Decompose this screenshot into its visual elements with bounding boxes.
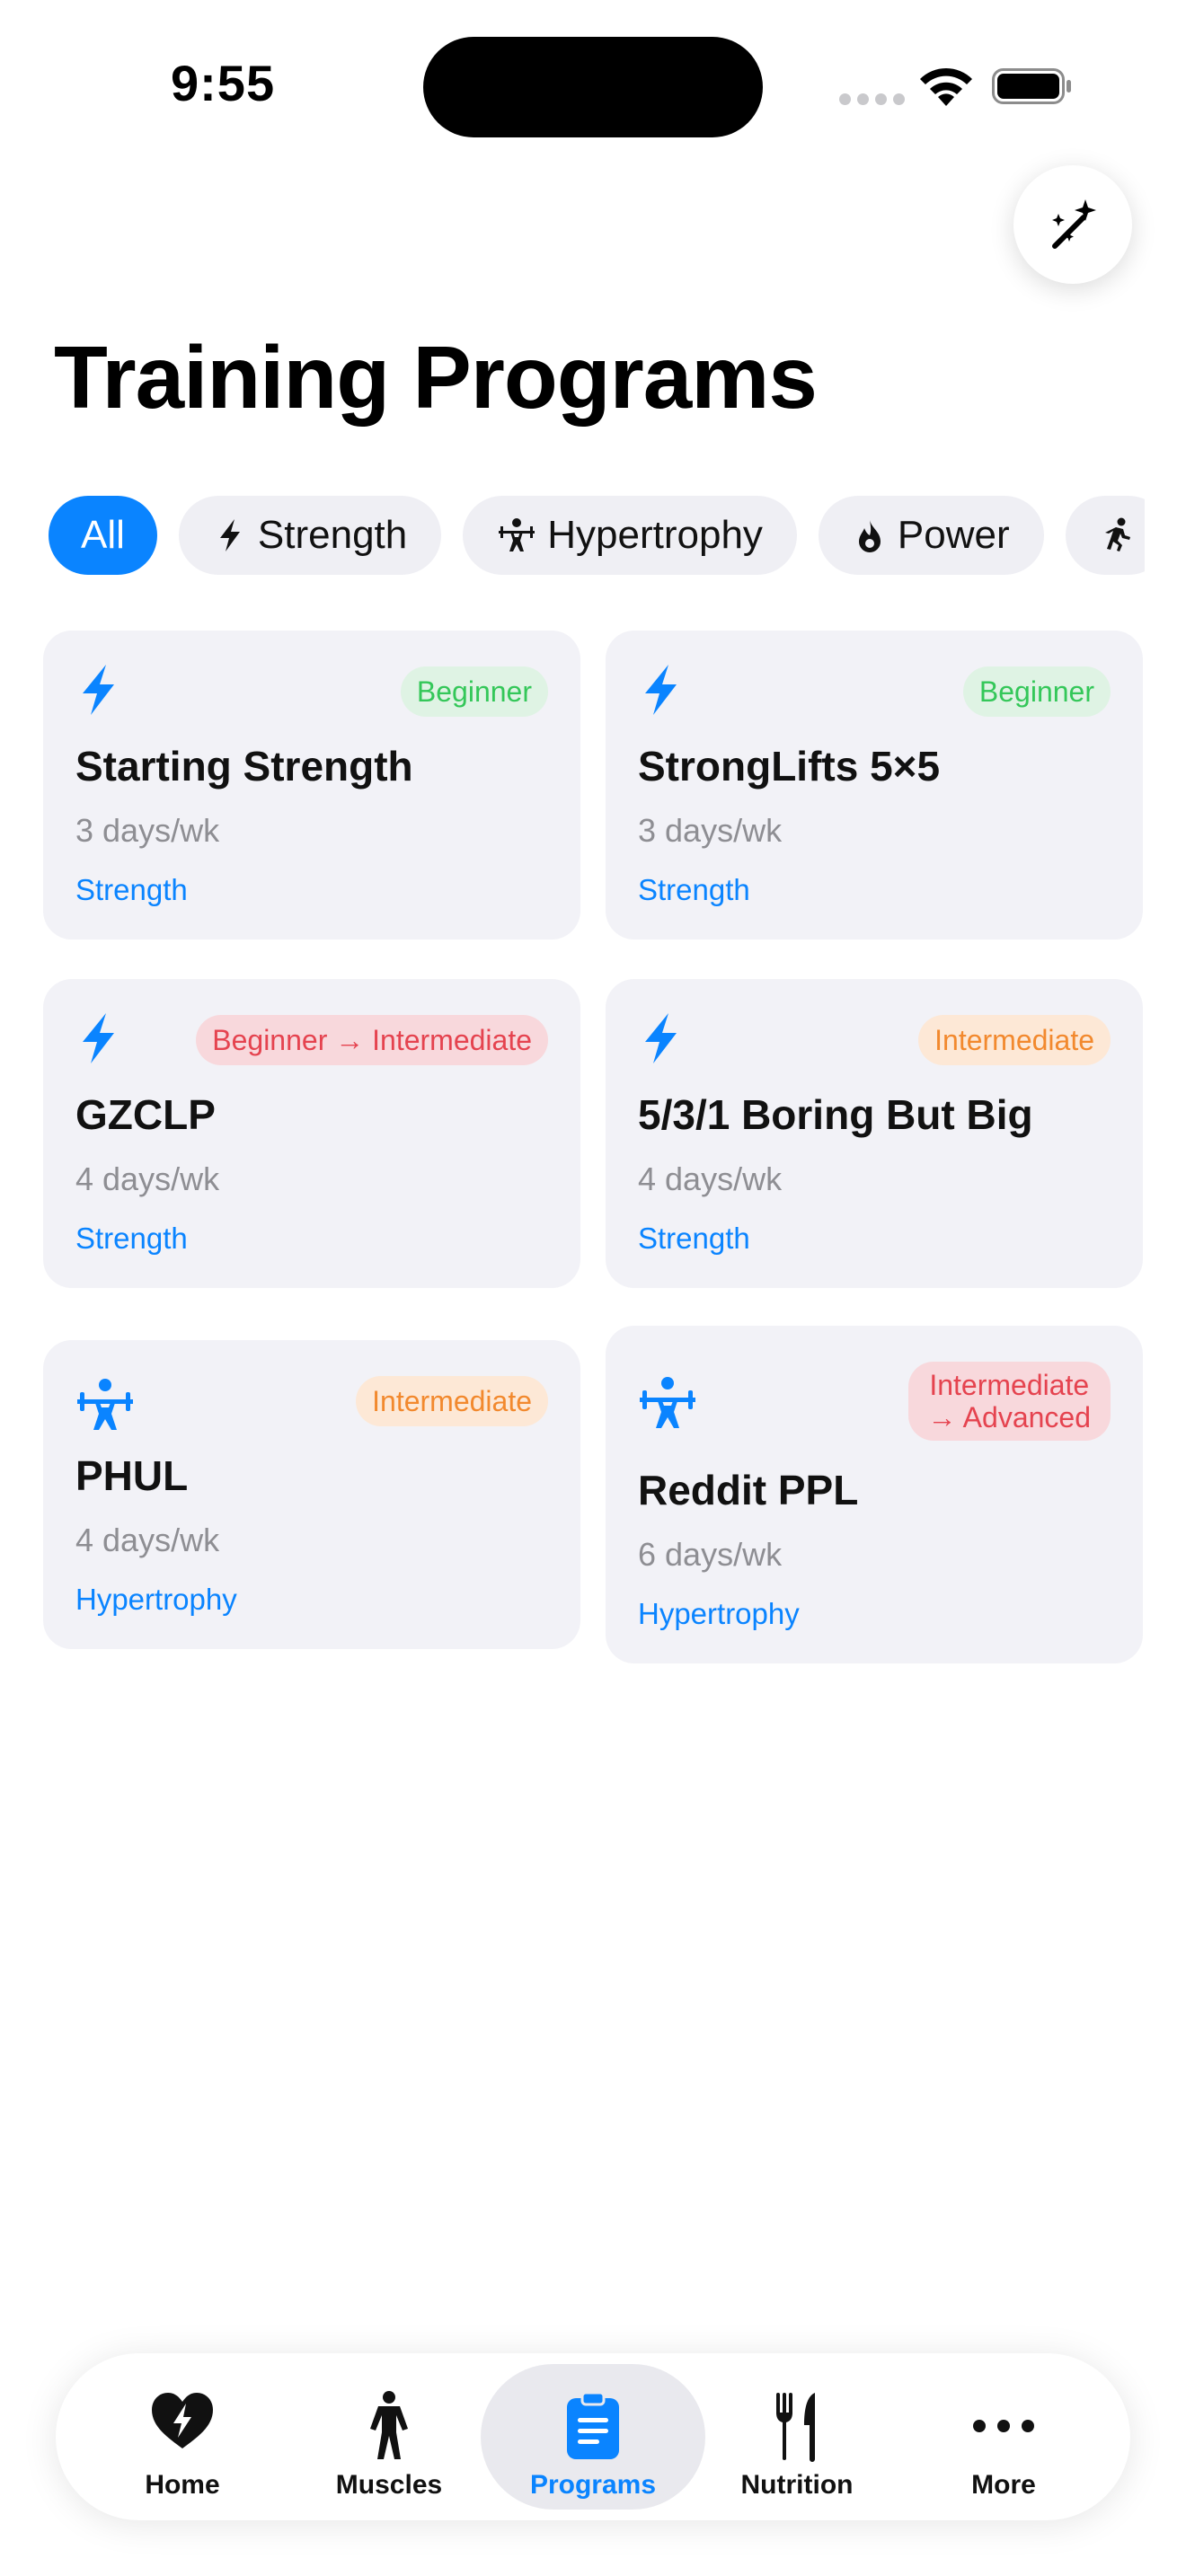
- tab-muscles[interactable]: Muscles: [277, 2364, 501, 2510]
- tab-home[interactable]: Home: [70, 2364, 295, 2510]
- filter-chip-label: Power: [897, 513, 1010, 557]
- weightlifter-icon: [640, 1377, 695, 1428]
- program-card-starting-strength[interactable]: Beginner Starting Strength 3 days/wk Str…: [43, 631, 580, 940]
- cellular-signal-icon: [839, 93, 905, 105]
- program-name: Reddit PPL: [638, 1467, 859, 1513]
- program-days: 4 days/wk: [75, 1160, 220, 1197]
- bolt-icon: [645, 665, 677, 715]
- program-card-gzclp[interactable]: Beginner → Intermediate GZCLP 4 days/wk …: [43, 979, 580, 1288]
- program-name: StrongLifts 5×5: [638, 743, 941, 790]
- filter-chip-row[interactable]: All Strength Hypertrophy Power: [49, 496, 1145, 577]
- program-name: GZCLP: [75, 1091, 216, 1138]
- filter-chip-power[interactable]: Power: [818, 496, 1044, 575]
- filter-chip-label: Hypertrophy: [547, 513, 763, 557]
- level-badge: Intermediate: [918, 1015, 1111, 1065]
- filter-chip-label: Strength: [257, 513, 408, 557]
- tab-nutrition[interactable]: Nutrition: [685, 2364, 909, 2510]
- program-category: Strength: [638, 873, 750, 906]
- bolt-icon: [219, 519, 240, 551]
- tab-more[interactable]: More: [891, 2364, 1116, 2510]
- level-badge-line: Intermediate: [929, 1369, 1090, 1401]
- runner-icon: [1104, 517, 1130, 551]
- clipboard-icon: [567, 2391, 619, 2459]
- figure-icon: [370, 2391, 408, 2459]
- level-badge: Beginner: [400, 666, 548, 717]
- tab-bar: Home Muscles Programs Nutrition More: [56, 2353, 1130, 2520]
- program-category: Strength: [638, 1222, 750, 1255]
- bolt-icon: [645, 1013, 677, 1063]
- bolt-icon: [83, 665, 114, 715]
- level-badge: Intermediate: [356, 1376, 548, 1426]
- filter-chip-cardio[interactable]: [1065, 496, 1145, 575]
- program-days: 3 days/wk: [75, 812, 220, 849]
- ai-generate-button[interactable]: [1013, 165, 1132, 284]
- program-name: PHUL: [75, 1452, 189, 1499]
- bolt-icon: [83, 1013, 114, 1063]
- level-badge: Beginner: [962, 666, 1111, 717]
- program-card-phul[interactable]: Intermediate PHUL 4 days/wk Hypertrophy: [43, 1340, 580, 1649]
- tab-programs[interactable]: Programs: [481, 2364, 705, 2510]
- program-days: 4 days/wk: [638, 1160, 783, 1197]
- page-title: Training Programs: [54, 328, 818, 427]
- tab-label: Programs: [529, 2470, 657, 2500]
- status-time: 9:55: [171, 55, 276, 111]
- level-badge-line: → Advanced: [927, 1401, 1091, 1434]
- program-days: 3 days/wk: [638, 812, 783, 849]
- program-category: Strength: [75, 873, 188, 906]
- level-badge: Intermediate → Advanced: [907, 1362, 1111, 1441]
- filter-chip-label: All: [81, 513, 125, 557]
- weightlifter-icon: [77, 1379, 133, 1430]
- heart-bolt-icon: [152, 2393, 213, 2448]
- program-card-reddit-ppl[interactable]: Intermediate → Advanced Reddit PPL 6 day…: [606, 1326, 1143, 1663]
- tab-label: More: [971, 2470, 1036, 2500]
- dynamic-island: [423, 37, 763, 137]
- filter-chip-hypertrophy[interactable]: Hypertrophy: [463, 496, 797, 575]
- battery-icon: [992, 68, 1071, 104]
- program-card-stronglifts[interactable]: Beginner StrongLifts 5×5 3 days/wk Stren…: [606, 631, 1143, 940]
- fork-knife-icon: [776, 2393, 815, 2462]
- tab-label: Nutrition: [740, 2470, 854, 2500]
- tab-label: Muscles: [335, 2470, 443, 2500]
- program-category: Strength: [75, 1222, 188, 1255]
- program-category: Hypertrophy: [638, 1597, 800, 1630]
- program-days: 4 days/wk: [75, 1522, 220, 1558]
- program-name: Starting Strength: [75, 743, 413, 790]
- wifi-icon: [920, 67, 972, 106]
- program-name: 5/3/1 Boring But Big: [638, 1091, 1033, 1138]
- level-badge: Beginner → Intermediate: [196, 1015, 548, 1065]
- program-card-531-bbb[interactable]: Intermediate 5/3/1 Boring But Big 4 days…: [606, 979, 1143, 1288]
- tab-label: Home: [145, 2470, 220, 2500]
- weightlifter-icon: [499, 518, 535, 551]
- ellipsis-icon: [973, 2420, 1034, 2432]
- filter-chip-all[interactable]: All: [49, 496, 157, 575]
- filter-chip-strength[interactable]: Strength: [178, 496, 442, 575]
- flame-icon: [858, 520, 881, 552]
- program-days: 6 days/wk: [638, 1536, 783, 1573]
- program-category: Hypertrophy: [75, 1583, 237, 1616]
- magic-wand-sparkles-icon: [1052, 199, 1096, 249]
